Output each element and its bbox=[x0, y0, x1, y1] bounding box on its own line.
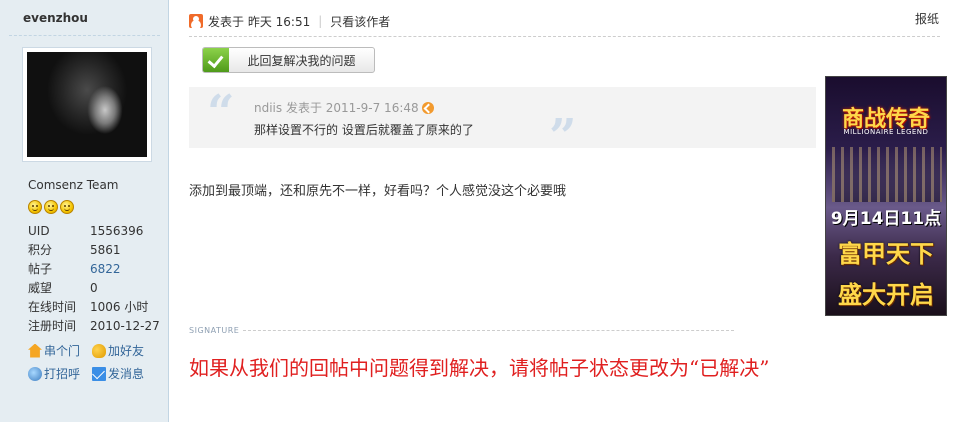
smiley-icon bbox=[60, 200, 74, 214]
post-message: 添加到最顶端，还和原先不一样，好看吗？个人感觉没这个必要哦 bbox=[189, 184, 567, 199]
avatar[interactable] bbox=[22, 47, 152, 162]
poke-icon bbox=[28, 366, 42, 381]
user-group[interactable]: Comsenz Team bbox=[28, 178, 118, 192]
author-sidebar: evenzhou Comsenz Team UID 1556396 积分 586… bbox=[0, 0, 169, 422]
signature-text: 如果从我们的回帖中问题得到解决，请将帖子状态更改为“已解决” bbox=[189, 356, 770, 380]
add-friend-label: 加好友 bbox=[108, 344, 145, 358]
user-stats: UID 1556396 积分 5861 帖子 6822 威望 0 在线时间 10… bbox=[28, 222, 160, 336]
report-link[interactable]: 报纸 bbox=[915, 10, 939, 27]
poke-button[interactable]: 打招呼 bbox=[28, 365, 92, 382]
ad-date: 9月14日11点 bbox=[830, 209, 942, 229]
stat-value: 5861 bbox=[90, 243, 121, 257]
mark-solved-label: 此回复解决我的问题 bbox=[247, 53, 356, 68]
poke-label: 打招呼 bbox=[44, 367, 81, 381]
stat-value-posts-link[interactable]: 6822 bbox=[90, 260, 121, 279]
user-actions: 串个门 加好友 打招呼 发消息 bbox=[28, 342, 162, 382]
stat-value: 1556396 bbox=[90, 224, 144, 238]
check-icon bbox=[203, 48, 229, 72]
signature-line bbox=[243, 330, 734, 331]
stat-value: 2010-12-27 bbox=[90, 319, 160, 333]
author-username[interactable]: evenzhou bbox=[23, 11, 88, 25]
sidebar-divider bbox=[9, 35, 160, 36]
signature-label: SIGNATURE bbox=[189, 326, 240, 335]
stat-label: 在线时间 bbox=[28, 300, 77, 314]
stat-label: UID bbox=[28, 224, 50, 238]
post-timestamp: 发表于 昨天 16:51 bbox=[208, 14, 311, 29]
mark-solved-button[interactable]: 此回复解决我的问题 bbox=[202, 47, 375, 73]
send-message-button[interactable]: 发消息 bbox=[92, 365, 162, 382]
post-header: 发表于 昨天 16:51 | 只看该作者 bbox=[189, 9, 939, 33]
visit-label: 串个门 bbox=[44, 344, 81, 358]
medals bbox=[28, 200, 74, 214]
stat-label: 威望 bbox=[28, 281, 53, 295]
friend-icon bbox=[92, 343, 106, 358]
stat-label: 帖子 bbox=[28, 262, 53, 276]
add-friend-button[interactable]: 加好友 bbox=[92, 342, 162, 359]
stat-register-date: 注册时间 2010-12-27 bbox=[28, 317, 160, 336]
only-author-link[interactable]: 只看该作者 bbox=[330, 13, 390, 30]
stat-value: 0 bbox=[90, 281, 98, 295]
smiley-icon bbox=[28, 200, 42, 214]
smiley-icon bbox=[44, 200, 58, 214]
quote-meta: ndiis 发表于 2011-9-7 16:48 bbox=[254, 99, 434, 116]
header-divider bbox=[189, 36, 940, 37]
stat-posts: 帖子 6822 bbox=[28, 260, 160, 279]
stat-uid: UID 1556396 bbox=[28, 222, 160, 241]
stat-value: 1006 小时 bbox=[90, 300, 149, 314]
home-icon bbox=[28, 343, 42, 358]
stat-label: 注册时间 bbox=[28, 319, 77, 333]
send-message-label: 发消息 bbox=[108, 367, 145, 381]
online-status-icon bbox=[189, 14, 203, 28]
signature-divider: SIGNATURE bbox=[189, 326, 734, 335]
ad-subtitle: MILLIONAIRE LEGEND bbox=[843, 128, 929, 136]
jump-to-post-icon[interactable] bbox=[421, 101, 434, 114]
ad-slogan-2: 盛大开启 bbox=[838, 281, 934, 309]
header-separator: | bbox=[318, 14, 323, 28]
stat-prestige: 威望 0 bbox=[28, 279, 160, 298]
avatar-image[interactable] bbox=[27, 52, 147, 157]
mail-icon bbox=[92, 366, 106, 381]
stat-online-time: 在线时间 1006 小时 bbox=[28, 298, 160, 317]
quote-author-time: ndiis 发表于 2011-9-7 16:48 bbox=[254, 101, 419, 115]
quote-close-icon: ” bbox=[549, 109, 577, 165]
stat-label: 积分 bbox=[28, 243, 53, 257]
quote-text: 那样设置不行的 设置后就覆盖了原来的了 bbox=[254, 123, 474, 137]
ad-slogan-1: 富甲天下 bbox=[838, 240, 934, 268]
quote-open-icon: “ bbox=[207, 85, 235, 141]
quote-block: “ ndiis 发表于 2011-9-7 16:48 那样设置不行的 设置后就覆… bbox=[189, 85, 816, 161]
visit-button[interactable]: 串个门 bbox=[28, 342, 92, 359]
ad-cityscape bbox=[832, 147, 942, 202]
ad-banner[interactable]: 商战传奇 MILLIONAIRE LEGEND 9月14日11点 富甲天下 盛大… bbox=[825, 76, 947, 316]
stat-credits: 积分 5861 bbox=[28, 241, 160, 260]
